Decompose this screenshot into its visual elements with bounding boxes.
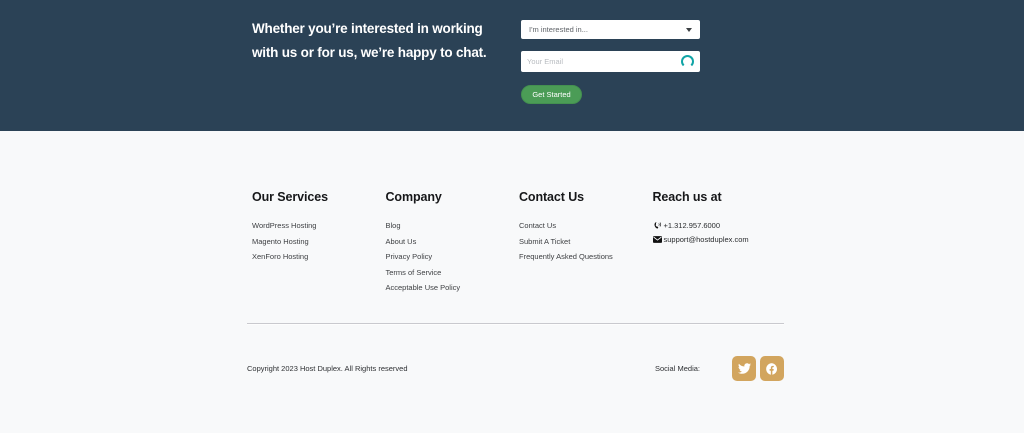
footer-column-company: Company Blog About Us Privacy Policy Ter… (386, 190, 520, 299)
footer-link-magento-hosting[interactable]: Magento Hosting (252, 237, 386, 247)
social-media-label: Social Media: (655, 364, 700, 373)
column-heading: Contact Us (519, 190, 653, 204)
copyright-text: Copyright 2023 Host Duplex. All Rights r… (247, 364, 408, 373)
cta-section: Whether you’re interested in working wit… (0, 0, 1024, 131)
cta-heading: Whether you’re interested in working wit… (252, 17, 486, 65)
phone-number: +1.312.957.6000 (664, 221, 721, 230)
envelope-icon (653, 236, 664, 243)
footer-link-privacy-policy[interactable]: Privacy Policy (386, 252, 520, 262)
email-field-wrapper (521, 51, 700, 72)
company-link-list: Blog About Us Privacy Policy Terms of Se… (386, 221, 520, 293)
chevron-down-icon (686, 28, 692, 32)
page: Whether you’re interested in working wit… (0, 0, 1024, 433)
footer-bottom-row: Copyright 2023 Host Duplex. All Rights r… (247, 356, 784, 381)
footer-link-contact-us[interactable]: Contact Us (519, 221, 653, 231)
get-started-button[interactable]: Get Started (521, 85, 582, 104)
footer-link-xenforo-hosting[interactable]: XenForo Hosting (252, 252, 386, 262)
footer-columns: Our Services WordPress Hosting Magento H… (252, 190, 786, 299)
footer-divider (247, 323, 784, 325)
twitter-icon (738, 362, 751, 375)
column-heading: Our Services (252, 190, 386, 204)
cta-heading-line1: Whether you’re interested in working (252, 17, 486, 41)
services-link-list: WordPress Hosting Magento Hosting XenFor… (252, 221, 386, 262)
footer-column-contact: Contact Us Contact Us Submit A Ticket Fr… (519, 190, 653, 299)
footer-link-acceptable-use-policy[interactable]: Acceptable Use Policy (386, 283, 520, 293)
interest-select[interactable]: I'm interested in... (521, 20, 700, 39)
social-media-group: Social Media: (655, 356, 784, 381)
email-row[interactable]: support@hostduplex.com (653, 235, 787, 244)
column-heading: Company (386, 190, 520, 204)
footer-link-blog[interactable]: Blog (386, 221, 520, 231)
phone-volume-icon (653, 221, 664, 230)
facebook-icon (765, 362, 779, 376)
cta-heading-line2: with us or for us, we’re happy to chat. (252, 41, 486, 65)
email-input[interactable] (527, 57, 681, 66)
contact-link-list: Contact Us Submit A Ticket Frequently As… (519, 221, 653, 262)
phone-row[interactable]: +1.312.957.6000 (653, 221, 787, 230)
support-email: support@hostduplex.com (664, 235, 749, 244)
facebook-button[interactable] (760, 356, 784, 381)
interest-select-value: I'm interested in... (529, 25, 588, 34)
footer-link-faq[interactable]: Frequently Asked Questions (519, 252, 653, 262)
footer-column-reach: Reach us at +1.312.957.6000 (653, 190, 787, 299)
footer-link-submit-a-ticket[interactable]: Submit A Ticket (519, 237, 653, 247)
loading-spinner-icon (681, 55, 694, 68)
cta-form: I'm interested in... Get Started (521, 20, 700, 104)
footer-link-terms-of-service[interactable]: Terms of Service (386, 268, 520, 278)
footer-link-about-us[interactable]: About Us (386, 237, 520, 247)
column-heading: Reach us at (653, 190, 787, 204)
footer-column-services: Our Services WordPress Hosting Magento H… (252, 190, 386, 299)
twitter-button[interactable] (732, 356, 756, 381)
footer-section: Our Services WordPress Hosting Magento H… (0, 131, 1024, 433)
footer-link-wordpress-hosting[interactable]: WordPress Hosting (252, 221, 386, 231)
